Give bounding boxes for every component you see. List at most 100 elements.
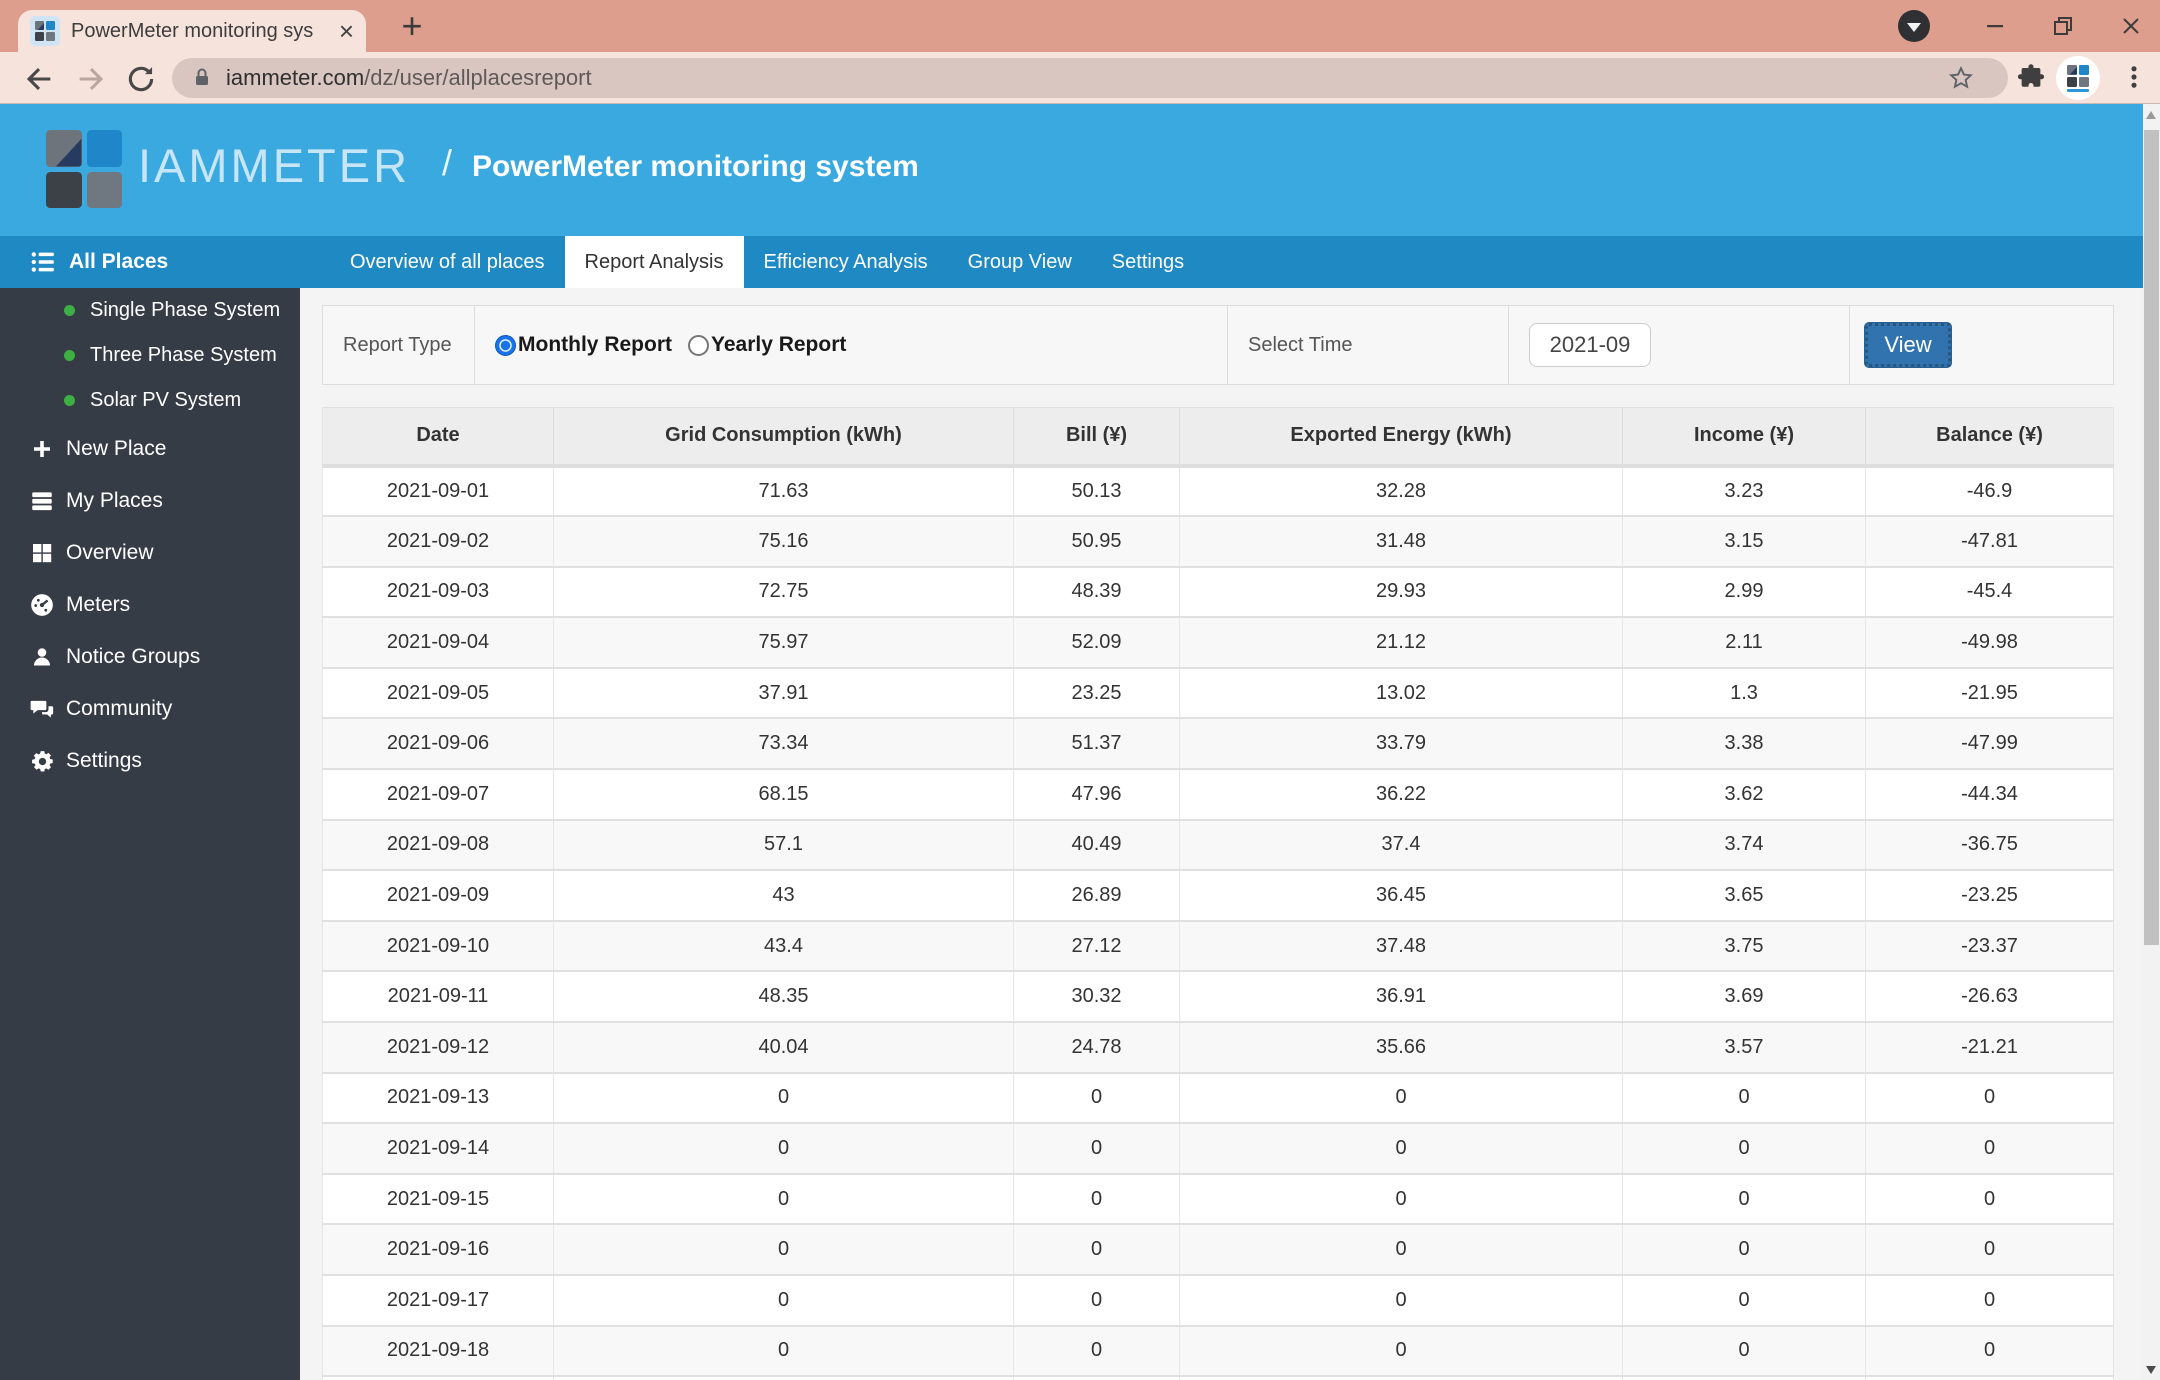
table-cell: -23.37 <box>1865 920 2114 973</box>
table-cell: 2021-09-10 <box>322 920 554 973</box>
tab-group-view[interactable]: Group View <box>948 236 1092 288</box>
table-cell: 2021-09-15 <box>322 1173 554 1226</box>
site-favicon-icon <box>30 16 60 46</box>
select-time-label: Select Time <box>1228 306 1509 384</box>
table-cell: 72.75 <box>553 566 1014 619</box>
browser-menu-icon[interactable] <box>2120 62 2148 97</box>
tab-report-analysis[interactable]: Report Analysis <box>564 236 744 288</box>
radio-unchecked-icon[interactable] <box>687 334 709 356</box>
restore-button[interactable] <box>2044 7 2082 45</box>
table-row: 2021-09-02 75.16 50.95 31.48 3.15 -47.81 <box>322 516 2114 568</box>
col-exported-energy: Exported Energy (kWh) <box>1179 407 1623 468</box>
table-row: 2021-09-17 0 0 0 0 0 <box>322 1275 2114 1327</box>
col-income: Income (¥) <box>1622 407 1866 468</box>
tab-close-icon[interactable]: × <box>339 18 354 44</box>
url-bar[interactable]: iammeter.com/dz/user/allplacesreport <box>172 58 2008 98</box>
table-row: 2021-09-15 0 0 0 0 0 <box>322 1173 2114 1226</box>
tab-settings[interactable]: Settings <box>1092 236 1204 288</box>
scrollbar-up-icon[interactable] <box>2146 111 2156 119</box>
gear-icon <box>28 748 56 774</box>
table-cell: 51.37 <box>1013 718 1180 771</box>
content-area: Report Type Monthly Report Yearly Report… <box>300 288 2143 1380</box>
table-cell: 75.16 <box>553 516 1014 568</box>
table-cell: -49.98 <box>1865 617 2114 669</box>
table-cell: 0 <box>1013 1224 1180 1276</box>
sidebar-item-overview[interactable]: Overview <box>0 527 300 579</box>
extensions-puzzle-icon[interactable] <box>2016 63 2046 98</box>
sidebar-place-single-phase[interactable]: Single Phase System <box>0 288 300 333</box>
sidebar-place-three-phase[interactable]: Three Phase System <box>0 333 300 378</box>
table-cell: -47.99 <box>1865 718 2114 771</box>
sidebar-item-community[interactable]: Community <box>0 683 300 735</box>
tab-overview-of-all-places[interactable]: Overview of all places <box>330 236 565 288</box>
table-row: 2021-09-06 73.34 51.37 33.79 3.38 -47.99 <box>322 718 2114 771</box>
table-cell: 68.15 <box>553 769 1014 821</box>
table-cell: 0 <box>1865 1123 2114 1175</box>
sidebar-item-settings[interactable]: Settings <box>0 735 300 787</box>
sidebar-item-new-place[interactable]: New Place <box>0 423 300 475</box>
table-cell: 32.28 <box>1179 465 1623 518</box>
tab-efficiency-analysis[interactable]: Efficiency Analysis <box>744 236 948 288</box>
table-row: 2021-09-04 75.97 52.09 21.12 2.11 -49.98 <box>322 617 2114 669</box>
table-cell: 36.22 <box>1179 769 1623 821</box>
table-cell: 73.34 <box>553 718 1014 771</box>
browser-tab[interactable]: PowerMeter monitoring system × <box>18 10 366 52</box>
table-cell: -45.4 <box>1865 566 2114 619</box>
minimize-button[interactable] <box>1976 7 2014 45</box>
browser-profile-chevron-icon[interactable] <box>1898 10 1930 42</box>
table-cell: 0 <box>1865 1072 2114 1125</box>
iammeter-logo[interactable] <box>46 130 122 208</box>
table-cell: 3.38 <box>1622 718 1866 771</box>
view-button[interactable]: View <box>1864 322 1952 368</box>
table-cell: 40.49 <box>1013 819 1180 872</box>
table-cell: 2021-09-01 <box>322 465 554 518</box>
table-cell: 0 <box>1179 1325 1623 1378</box>
table-cell <box>322 1376 554 1380</box>
browser-profile-avatar[interactable] <box>2056 56 2100 100</box>
table-cell <box>1865 1376 2114 1380</box>
table-cell: 0 <box>1179 1224 1623 1276</box>
table-cell: -36.75 <box>1865 819 2114 872</box>
reload-button[interactable] <box>124 62 158 96</box>
sidebar-item-my-places[interactable]: My Places <box>0 475 300 527</box>
plus-icon <box>28 436 56 462</box>
radio-yearly-report[interactable]: Yearly Report <box>687 333 846 357</box>
sidebar-place-solar-pv[interactable]: Solar PV System <box>0 378 300 423</box>
new-tab-button[interactable]: + <box>392 5 432 46</box>
table-cell: 0 <box>1622 1072 1866 1125</box>
table-cell: 1.3 <box>1622 667 1866 720</box>
table-cell: 3.62 <box>1622 769 1866 821</box>
table-row: 2021-09-18 0 0 0 0 0 <box>322 1325 2114 1378</box>
bookmark-star-icon[interactable] <box>1948 65 1974 96</box>
table-cell: 2021-09-09 <box>322 870 554 922</box>
page-scrollbar[interactable] <box>2143 104 2160 1380</box>
close-button[interactable] <box>2112 7 2150 45</box>
scrollbar-thumb[interactable] <box>2144 130 2159 945</box>
table-cell: 23.25 <box>1013 667 1180 720</box>
table-row: 2021-09-07 68.15 47.96 36.22 3.62 -44.34 <box>322 769 2114 821</box>
table-cell: 50.95 <box>1013 516 1180 568</box>
brand-text: IAMMETER <box>138 139 411 192</box>
table-cell: 0 <box>553 1325 1014 1378</box>
table-cell: 0 <box>1179 1072 1623 1125</box>
table-cell: 2.99 <box>1622 566 1866 619</box>
sidebar-item-notice-groups[interactable]: Notice Groups <box>0 631 300 683</box>
table-cell: 2021-09-06 <box>322 718 554 771</box>
sidebar-item-meters[interactable]: Meters <box>0 579 300 631</box>
col-bill: Bill (¥) <box>1013 407 1180 468</box>
time-input[interactable]: 2021-09 <box>1529 323 1651 367</box>
scrollbar-down-icon[interactable] <box>2146 1366 2156 1374</box>
table-cell: -44.34 <box>1865 769 2114 821</box>
forward-button[interactable] <box>74 62 108 96</box>
table-cell: 35.66 <box>1179 1022 1623 1074</box>
table-row: 2021-09-01 71.63 50.13 32.28 3.23 -46.9 <box>322 465 2114 518</box>
table-cell: 2021-09-02 <box>322 516 554 568</box>
back-button[interactable] <box>22 62 56 96</box>
table-cell: 0 <box>1622 1275 1866 1327</box>
table-cell: 31.48 <box>1179 516 1623 568</box>
radio-monthly-report[interactable]: Monthly Report <box>495 333 672 357</box>
browser-window: PowerMeter monitoring system × + <box>0 0 2160 1380</box>
radio-checked-icon[interactable] <box>495 334 516 356</box>
table-cell: 37.91 <box>553 667 1014 720</box>
all-places-menu[interactable]: All Places <box>30 236 168 288</box>
